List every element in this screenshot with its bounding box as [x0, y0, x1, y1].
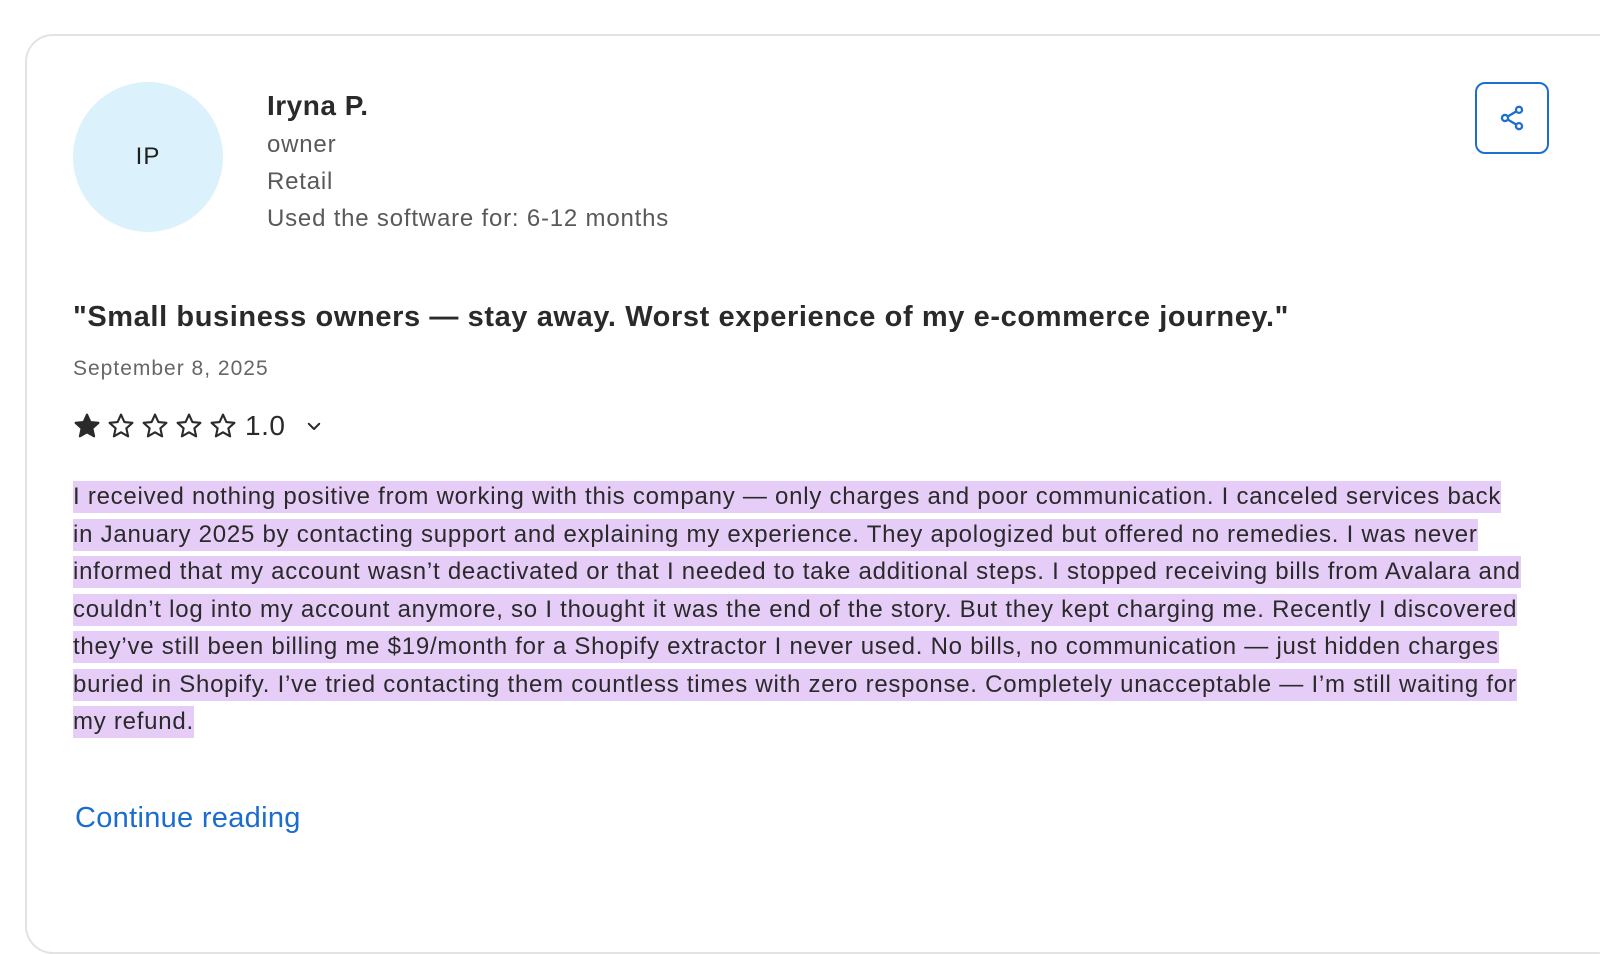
review-date: September 8, 2025	[73, 357, 269, 380]
review-body: I received nothing positive from working…	[73, 478, 1523, 741]
star-outline-icon	[142, 413, 168, 438]
avatar: IP	[73, 82, 223, 232]
review-title: "Small business owners — stay away. Wors…	[73, 301, 1290, 333]
star-outline-icon	[176, 413, 202, 438]
star-outline-icon	[210, 413, 236, 438]
chevron-down-icon	[308, 422, 321, 430]
star-rating	[73, 412, 243, 440]
star-filled-icon	[74, 413, 100, 438]
rating-value: 1.0	[245, 410, 286, 441]
review-card: IP Iryna P. owner Retail Used the softwa…	[25, 34, 1600, 954]
continue-reading-link[interactable]: Continue reading	[75, 802, 301, 835]
review-body-text: I received nothing positive from working…	[73, 481, 1521, 738]
reviewer-usage: Used the software for: 6-12 months	[267, 205, 670, 232]
rating-details-toggle[interactable]	[303, 415, 325, 437]
star-outline-icon	[108, 413, 134, 438]
share-button[interactable]	[1475, 82, 1549, 154]
reviewer-name: Iryna P.	[267, 90, 369, 121]
rating-row: 1.0	[73, 406, 325, 446]
avatar-initials: IP	[135, 143, 161, 170]
share-icon	[1500, 105, 1524, 131]
reviewer-info: Iryna P. owner Retail Used the software …	[267, 86, 669, 237]
reviewer-industry: Retail	[267, 168, 334, 195]
reviewer-role: owner	[267, 131, 337, 158]
